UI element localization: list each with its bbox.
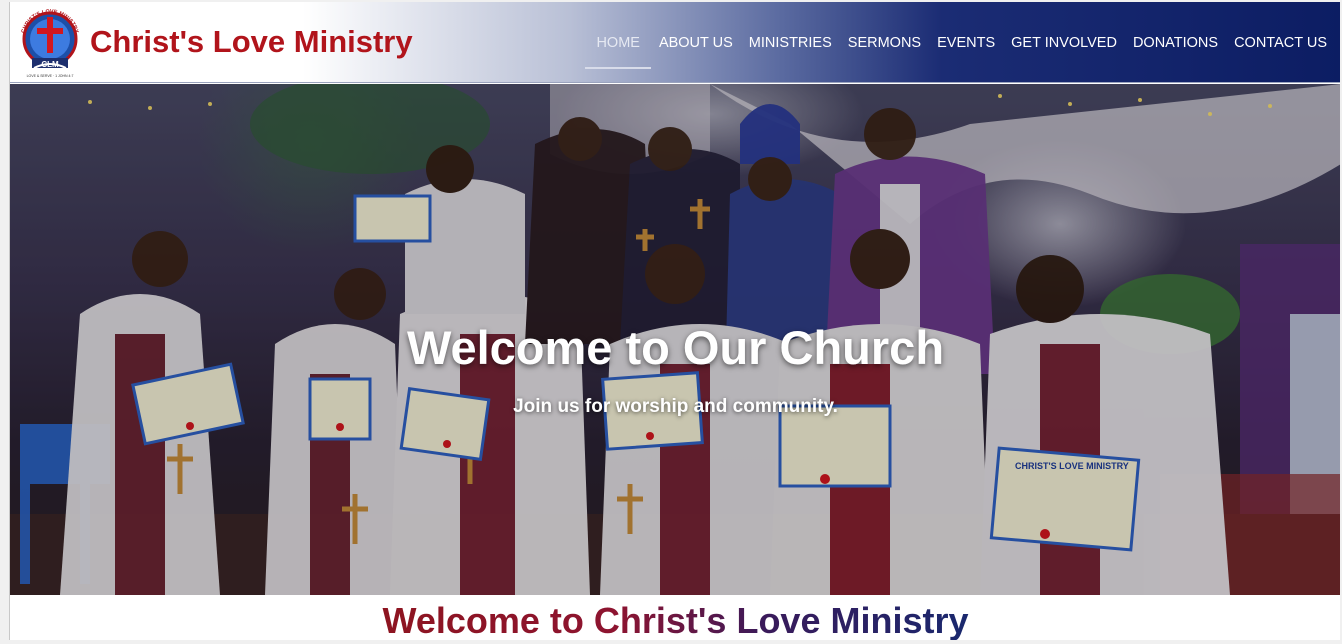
site-title[interactable]: Christ's Love Ministry [90, 24, 413, 60]
logo-motto: LOVE & SERVE · 1 JOHN 4:7 [27, 74, 74, 78]
hero-title: Welcome to Our Church [406, 321, 945, 374]
main-nav: HOME ABOUT US MINISTRIES SERMONS EVENTS … [585, 2, 1335, 83]
nav-about-us[interactable]: ABOUT US [651, 23, 741, 63]
browser-frame: CLM CHRIST'S LOVE MINISTRY LOVE & SERVE … [0, 0, 1342, 644]
nav-sermons[interactable]: SERMONS [840, 23, 929, 63]
web-page: CLM CHRIST'S LOVE MINISTRY LOVE & SERVE … [9, 2, 1340, 640]
hero-subtitle: Join us for worship and community. [513, 396, 838, 417]
nav-contact-us[interactable]: CONTACT US [1226, 23, 1335, 63]
nav-get-involved[interactable]: GET INVOLVED [1003, 23, 1125, 63]
nav-events[interactable]: EVENTS [929, 23, 1003, 63]
ministry-logo[interactable]: CLM CHRIST'S LOVE MINISTRY LOVE & SERVE … [16, 6, 84, 80]
welcome-heading: Welcome to Christ's Love Ministry [10, 600, 1340, 640]
nav-donations[interactable]: DONATIONS [1125, 23, 1226, 63]
site-header: CLM CHRIST'S LOVE MINISTRY LOVE & SERVE … [10, 2, 1340, 83]
hero-banner: CHRIST'S LOVE MINISTRY Welcome to Our Ch… [10, 84, 1340, 595]
logo-initials: CLM [41, 60, 59, 69]
nav-ministries[interactable]: MINISTRIES [741, 23, 840, 63]
welcome-heading-text: Welcome to Christ's Love Ministry [382, 600, 969, 640]
nav-home[interactable]: HOME [585, 23, 651, 69]
